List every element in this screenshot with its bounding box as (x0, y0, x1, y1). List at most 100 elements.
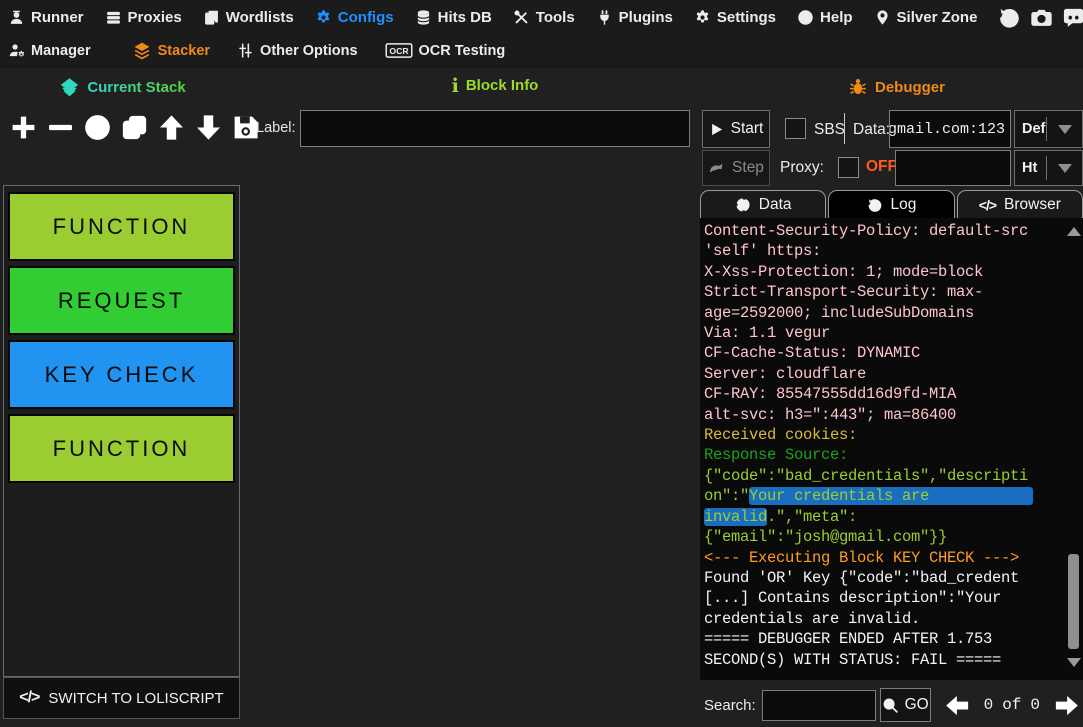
tab-label: Browser (1004, 196, 1061, 214)
log-text: Received cookies: (704, 426, 857, 444)
log-line: Via: 1.1 vegur (704, 323, 1061, 343)
tab-data[interactable]: Data (700, 190, 826, 218)
log-text: Via: 1.1 vegur (704, 324, 830, 342)
nav-item-configs[interactable]: Configs (315, 9, 394, 26)
discord-icon[interactable] (1062, 6, 1083, 29)
log-text: X-Xss-Protection: 1; mode=block (704, 263, 983, 281)
nav-item-wordlists[interactable]: Wordlists (203, 9, 294, 26)
proxy-state-badge: OFF (866, 158, 897, 176)
stack-block-request[interactable]: REQUEST (8, 266, 235, 335)
log-line: Found 'OR' Key {"code":"bad_credent (704, 568, 1061, 588)
log-line: CF-Cache-Status: DYNAMIC (704, 343, 1061, 363)
log-text: Content-Security-Policy: default-src (704, 222, 1028, 240)
nav-label: Silver Zone (897, 9, 978, 26)
nav-item-runner[interactable]: Runner (8, 9, 84, 26)
chevron-down-icon (1058, 164, 1072, 173)
nav-label: Configs (338, 9, 394, 26)
nav-label: Settings (717, 9, 776, 26)
subnav-label: Other Options (260, 43, 357, 59)
clear-blocks-button[interactable] (80, 108, 114, 146)
gear-icon (315, 9, 332, 26)
nav-label: Runner (31, 9, 84, 26)
current-stack-header: Current Stack (0, 77, 245, 98)
nav-item-help[interactable]: Help (797, 9, 853, 26)
stack-block-function[interactable]: FUNCTION (8, 414, 235, 483)
match-of-label: of (1002, 696, 1021, 714)
log-line: Response Source: (704, 445, 1061, 465)
log-text: CF-Cache-Status: DYNAMIC (704, 344, 920, 362)
block-label-input[interactable] (300, 110, 690, 147)
debug-data-input[interactable]: gmail.com:123 (889, 110, 1011, 148)
scroll-up-arrow[interactable] (1067, 227, 1081, 236)
history-icon[interactable] (998, 6, 1021, 29)
log-text: CF-RAY: 85547555dd16d9fd-MIA (704, 385, 956, 403)
stack-diamond-icon (59, 77, 80, 98)
arrow-left-icon (941, 692, 975, 719)
stack-block-function[interactable]: FUNCTION (8, 192, 235, 261)
log-lines: Content-Security-Policy: default-src'sel… (704, 221, 1061, 670)
move-block-up-button[interactable] (154, 108, 188, 146)
stack-block-key-check[interactable]: KEY CHECK (8, 340, 235, 409)
proxy-type-dropdown[interactable]: Ht (1014, 150, 1083, 186)
subnav-item-stacker[interactable]: Stacker (132, 41, 210, 61)
nav-item-hits-db[interactable]: Hits DB (415, 9, 492, 26)
search-input[interactable] (762, 690, 876, 721)
log-scrollbar[interactable] (1065, 218, 1082, 680)
remove-block-button[interactable] (43, 108, 77, 146)
scrollbar-thumb[interactable] (1068, 554, 1079, 649)
search-go-button[interactable]: GO (880, 688, 931, 722)
stacker-layers-icon (132, 41, 152, 61)
log-text: [...] Contains description":"Your (704, 589, 1001, 607)
next-match-button[interactable] (1049, 692, 1083, 719)
step-debug-button[interactable]: Step (702, 150, 770, 186)
debugger-log-panel[interactable]: Content-Security-Policy: default-src'sel… (700, 218, 1083, 680)
log-text: alt-svc: h3=":443"; ma=86400 (704, 406, 956, 424)
log-line: Server: cloudflare (704, 364, 1061, 384)
subnav-item-other-options[interactable]: Other Options (237, 42, 357, 59)
nav-item-tools[interactable]: Tools (513, 9, 575, 26)
tab-log[interactable]: Log (828, 190, 954, 218)
tools-icon (513, 9, 530, 26)
wordlist-type-dropdown[interactable]: Def (1014, 110, 1083, 148)
match-total: 0 (1030, 696, 1040, 714)
log-text: .","meta": (767, 508, 857, 526)
camera-icon[interactable] (1030, 6, 1053, 29)
navbar-right-icons (998, 6, 1083, 29)
chevron-down-icon (1058, 125, 1072, 134)
log-line: {"code":"bad_credentials","descripti (704, 466, 1061, 486)
move-block-down-button[interactable] (191, 108, 225, 146)
proxy-checkbox[interactable] (838, 157, 859, 178)
play-icon (709, 122, 724, 137)
nav-item-settings[interactable]: Settings (694, 9, 776, 26)
duplicate-block-button[interactable] (117, 108, 151, 146)
match-current: 0 (984, 696, 994, 714)
database-icon (415, 9, 432, 26)
nav-item-proxies[interactable]: Proxies (105, 9, 182, 26)
nav-item-plugins[interactable]: Plugins (596, 9, 673, 26)
sliders-icon (237, 42, 254, 59)
log-text: age=2592000; includeSubDomains (704, 304, 974, 322)
debugger-title: Debugger (875, 79, 945, 96)
subnav-item-manager[interactable]: Manager (8, 42, 91, 59)
previous-match-button[interactable] (941, 692, 975, 719)
nav-item-silver-zone[interactable]: Silver Zone (874, 9, 978, 26)
step-arrow-icon (708, 160, 725, 177)
subnav-label: Stacker (158, 43, 210, 59)
switch-to-loliscript-button[interactable]: </> SWITCH TO LOLISCRIPT (3, 677, 240, 719)
tab-browser[interactable]: </> Browser (957, 190, 1083, 218)
scroll-down-arrow[interactable] (1067, 658, 1081, 667)
add-block-button[interactable] (6, 108, 40, 146)
runner-icon (8, 9, 25, 26)
minus-icon (46, 113, 75, 142)
stack-block-label: FUNCTION (53, 214, 191, 240)
proxy-caption: Proxy: (780, 159, 824, 177)
log-line: on":"Your credentials are (704, 486, 1061, 506)
start-debug-button[interactable]: Start (702, 110, 770, 148)
sbs-checkbox[interactable] (785, 118, 806, 139)
subnav-item-ocr-testing[interactable]: OCR OCR Testing (385, 42, 506, 59)
log-search-bar: Search: GO 0 of 0 (700, 686, 1083, 724)
proxy-input[interactable] (895, 150, 1011, 186)
log-line: <--- Executing Block KEY CHECK ---> (704, 548, 1061, 568)
data-caption: Data: (853, 121, 890, 139)
block-info-header: i Block Info (300, 77, 690, 94)
